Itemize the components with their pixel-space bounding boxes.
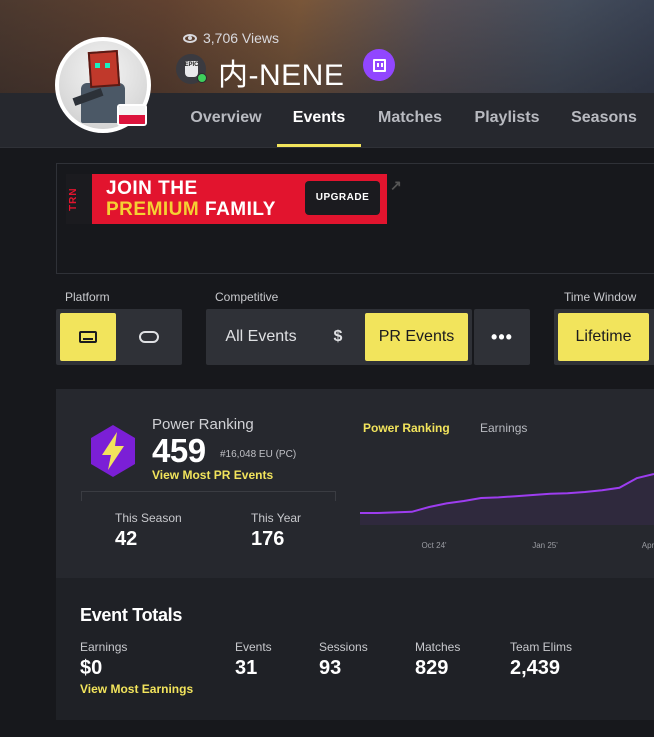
earnings-label: Earnings [80, 640, 128, 654]
more-options-button[interactable]: ••• [478, 313, 526, 361]
ad-line1: JOIN THE [106, 178, 198, 199]
upgrade-button[interactable]: UPGRADE [305, 181, 380, 215]
team-elims-label: Team Elims [510, 640, 573, 654]
view-most-pr-events-link[interactable]: View Most PR Events [152, 468, 273, 482]
ad-line2: PREMIUM FAMILY [106, 199, 276, 221]
power-ranking-value: 459 [152, 432, 206, 469]
view-most-earnings-link[interactable]: View Most Earnings [80, 682, 193, 696]
tab-overview[interactable]: Overview [189, 93, 263, 147]
events-value: 31 [235, 657, 258, 679]
controller-platform-button[interactable] [120, 313, 178, 361]
divider [81, 491, 336, 501]
power-ranking-title: Power Ranking [152, 416, 254, 433]
earnings-value: $0 [80, 657, 103, 679]
tab-matches[interactable]: Matches [375, 93, 445, 147]
keyboard-platform-button[interactable] [60, 313, 116, 361]
power-ranking-rank: #16,048 EU (PC) [220, 449, 297, 460]
tab-playlists[interactable]: Playlists [472, 93, 542, 147]
time-window-label: Time Window [564, 290, 637, 304]
event-totals-title: Event Totals [80, 605, 183, 625]
eye-icon [183, 33, 197, 43]
chart-tab-power-ranking[interactable]: Power Ranking [363, 421, 450, 435]
time-window-filter: Lifetime [554, 309, 654, 365]
all-events-button[interactable]: All Events [214, 313, 308, 361]
sessions-label: Sessions [319, 640, 368, 654]
earnings-filter-button[interactable]: $ [318, 313, 358, 361]
chart-area [360, 474, 654, 525]
more-filter: ••• [474, 309, 530, 365]
verified-check-icon [197, 73, 207, 83]
pr-events-button[interactable]: PR Events [365, 313, 468, 361]
ad-premium-text: PREMIUM [106, 199, 200, 220]
this-season-value: 42 [115, 528, 138, 550]
epic-games-icon[interactable]: EPIC [176, 54, 207, 84]
team-elims-value: 2,439 [510, 657, 561, 679]
chart-x-tick-label: Apr [642, 541, 654, 550]
more-icon: ••• [491, 326, 513, 347]
chart-x-tick-label: Oct 24' [421, 541, 447, 550]
this-year-label: This Year [251, 511, 302, 525]
events-label: Events [235, 640, 272, 654]
player-name: 内-NENE [218, 59, 345, 92]
platform-filter [56, 309, 182, 365]
chart-x-tick-label: Jan 25' [532, 541, 558, 550]
power-ranking-chart: Oct 24' Jan 25' Apr [360, 473, 654, 550]
views-count: 3,706 Views [183, 30, 279, 46]
competitive-filter: All Events $ PR Events [206, 309, 472, 365]
lifetime-button[interactable]: Lifetime [558, 313, 649, 361]
trn-logo: TRN [68, 187, 79, 211]
twitch-icon[interactable] [363, 49, 395, 81]
poland-flag-icon [117, 104, 147, 126]
this-year-value: 176 [251, 528, 285, 550]
tab-events[interactable]: Events [277, 93, 361, 147]
views-text: 3,706 Views [203, 30, 280, 46]
tab-seasons[interactable]: Seasons [568, 93, 640, 147]
competitive-label: Competitive [215, 290, 279, 304]
keyboard-icon [79, 331, 97, 343]
power-ranking-icon [91, 425, 135, 477]
ad-family-text: FAMILY [205, 199, 276, 220]
gamepad-icon [139, 331, 159, 343]
epic-logo: EPIC [184, 61, 199, 77]
ad-choices-icon[interactable]: ↗ [390, 178, 404, 192]
this-season-label: This Season [115, 511, 182, 525]
matches-value: 829 [415, 657, 449, 679]
chart-tab-earnings[interactable]: Earnings [480, 421, 527, 435]
matches-label: Matches [415, 640, 461, 654]
sessions-value: 93 [319, 657, 342, 679]
platform-label: Platform [65, 290, 110, 304]
